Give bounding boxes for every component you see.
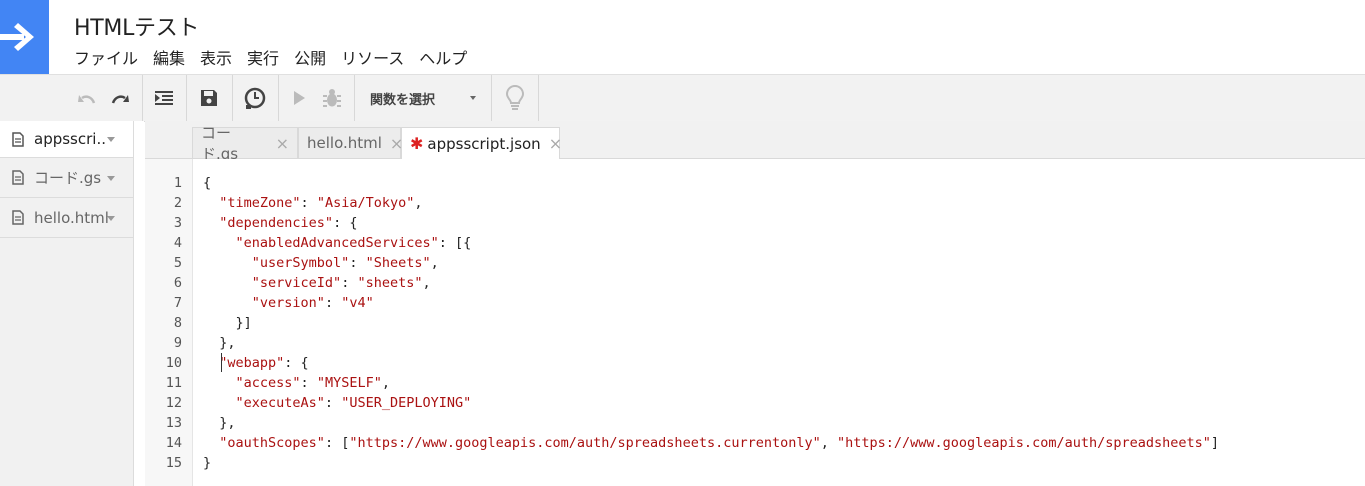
code-line[interactable]: "webapp": { (203, 355, 308, 371)
indent-icon (155, 91, 173, 105)
code-line[interactable]: "dependencies": { (203, 215, 357, 231)
code-line[interactable]: "oauthScopes": ["https://www.googleapis.… (203, 435, 1219, 451)
menu-file[interactable]: ファイル (74, 45, 138, 69)
editor-tabs: コード.gs × hello.html × ✱ appsscript.json … (145, 121, 1365, 163)
line-number: 1 (173, 175, 182, 191)
indent-button[interactable] (150, 75, 178, 121)
code-line[interactable]: "timeZone": "Asia/Tokyo", (203, 195, 422, 211)
menu-publish[interactable]: 公開 (294, 45, 326, 69)
modified-asterisk-icon: ✱ (410, 134, 424, 153)
line-number: 13 (165, 415, 182, 431)
tab-appsscript-json[interactable]: ✱ appsscript.json × (401, 127, 562, 159)
menu-help[interactable]: ヘルプ (419, 45, 467, 69)
code-line[interactable]: "serviceId": "sheets", (203, 275, 431, 291)
triggers-button[interactable] (240, 75, 270, 121)
clock-icon (244, 87, 266, 109)
redo-button[interactable] (107, 75, 133, 121)
undo-button[interactable] (74, 75, 100, 121)
code-line[interactable]: "executeAs": "USER_DEPLOYING" (203, 395, 472, 411)
file-item-label: appsscri.. (34, 130, 106, 148)
menu-resources[interactable]: リソース (341, 45, 404, 69)
line-number: 8 (173, 315, 182, 331)
line-number: 6 (173, 275, 182, 291)
code-line[interactable]: "enabledAdvancedServices": [{ (203, 235, 472, 251)
file-item-label: hello.html (34, 208, 109, 227)
file-icon (12, 170, 24, 185)
line-number: 9 (173, 335, 182, 351)
chevron-down-icon (470, 96, 476, 100)
line-number: 12 (165, 395, 182, 411)
menu-view[interactable]: 表示 (200, 45, 232, 69)
toolbar: 関数を選択 (0, 74, 1365, 122)
menu-run[interactable]: 実行 (247, 45, 279, 69)
toolbar-divider (186, 75, 187, 121)
toolbar-divider (278, 75, 279, 121)
code-line[interactable]: "access": "MYSELF", (203, 375, 390, 391)
code-editor[interactable]: { "timeZone": "Asia/Tokyo", "dependencie… (193, 159, 1365, 486)
arrow-right-icon (0, 23, 34, 51)
dropdown-arrow-icon[interactable] (107, 137, 115, 142)
line-number: 3 (173, 215, 182, 231)
play-icon (294, 91, 305, 105)
close-icon[interactable]: × (549, 134, 562, 153)
toolbar-divider (354, 75, 355, 121)
save-icon (201, 90, 217, 106)
code-line[interactable]: "version": "v4" (203, 295, 374, 311)
tab-label: コード.gs (201, 124, 239, 163)
line-number: 4 (173, 235, 182, 251)
lightbulb-button[interactable] (502, 75, 528, 121)
line-number: 2 (173, 195, 182, 211)
debug-button[interactable] (318, 75, 346, 121)
close-icon[interactable]: × (276, 134, 289, 153)
toolbar-divider (491, 75, 492, 121)
menu-bar: ファイル 編集 表示 実行 公開 リソース ヘルプ (74, 45, 482, 69)
toolbar-divider (538, 75, 539, 121)
toolbar-divider (142, 75, 143, 121)
dropdown-arrow-icon[interactable] (107, 175, 115, 181)
save-button[interactable] (195, 75, 223, 121)
file-item-hello-html[interactable]: hello.html (0, 198, 133, 238)
line-number: 10 (165, 355, 182, 371)
lightbulb-icon (506, 84, 524, 110)
line-number: 5 (173, 255, 182, 271)
file-item-appsscript[interactable]: appsscri.. (0, 121, 133, 158)
tab-label: appsscript.json (427, 134, 541, 153)
code-line[interactable]: } (203, 455, 211, 471)
undo-icon (78, 95, 96, 104)
tab-code-gs[interactable]: コード.gs × (192, 124, 298, 163)
code-line[interactable]: }, (203, 415, 235, 431)
tab-label: hello.html (307, 134, 382, 152)
project-title[interactable]: HTMLテスト (74, 10, 199, 42)
function-select-label: 関数を選択 (370, 92, 436, 108)
run-button[interactable] (288, 75, 310, 121)
file-item-label: コード.gs (34, 169, 102, 187)
dropdown-arrow-icon[interactable] (107, 215, 115, 221)
function-select[interactable]: 関数を選択 (370, 75, 480, 121)
file-list: appsscri.. コード.gs hello.html (0, 121, 134, 486)
tab-hello-html[interactable]: hello.html × (298, 127, 403, 158)
line-number-gutter: 1 2 3 4 5 6 7 8 9 10 11 12 13 14 15 (145, 159, 193, 486)
menu-edit[interactable]: 編集 (153, 45, 185, 69)
code-line[interactable]: }] (203, 315, 252, 331)
redo-icon (111, 95, 129, 104)
code-line[interactable]: "userSymbol": "Sheets", (203, 255, 439, 271)
file-item-code-gs[interactable]: コード.gs (0, 158, 133, 198)
toolbar-divider (232, 75, 233, 121)
code-line[interactable]: }, (203, 335, 235, 351)
text-cursor (221, 353, 222, 372)
line-number: 7 (173, 295, 182, 311)
apps-script-logo[interactable] (0, 0, 49, 74)
file-icon (12, 131, 24, 147)
line-number: 11 (165, 375, 182, 391)
code-line[interactable]: { (203, 175, 211, 191)
bug-icon (323, 89, 341, 107)
file-icon (12, 210, 24, 225)
line-number: 14 (165, 435, 182, 451)
line-number: 15 (165, 455, 182, 471)
